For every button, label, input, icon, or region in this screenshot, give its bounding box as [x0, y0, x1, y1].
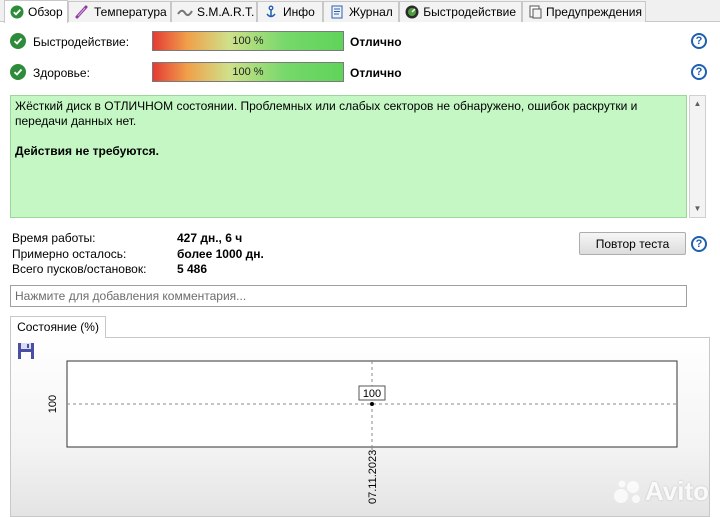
tab-health-chart[interactable]: Состояние (%)	[10, 316, 106, 338]
data-point	[370, 402, 374, 406]
watermark-text: Avito	[645, 476, 710, 506]
tab-overview[interactable]: Обзор	[4, 0, 68, 23]
data-label: 100	[363, 388, 381, 400]
health-chart: 100 100 07.11.2023	[47, 360, 678, 504]
y-tick-label: 100	[47, 395, 59, 413]
avito-watermark: Avito	[613, 476, 709, 507]
avito-logo-icon	[614, 480, 640, 503]
check-shield-icon	[10, 4, 24, 20]
x-tick-label: 07.11.2023	[367, 450, 379, 504]
tab-label: Обзор	[28, 5, 63, 19]
